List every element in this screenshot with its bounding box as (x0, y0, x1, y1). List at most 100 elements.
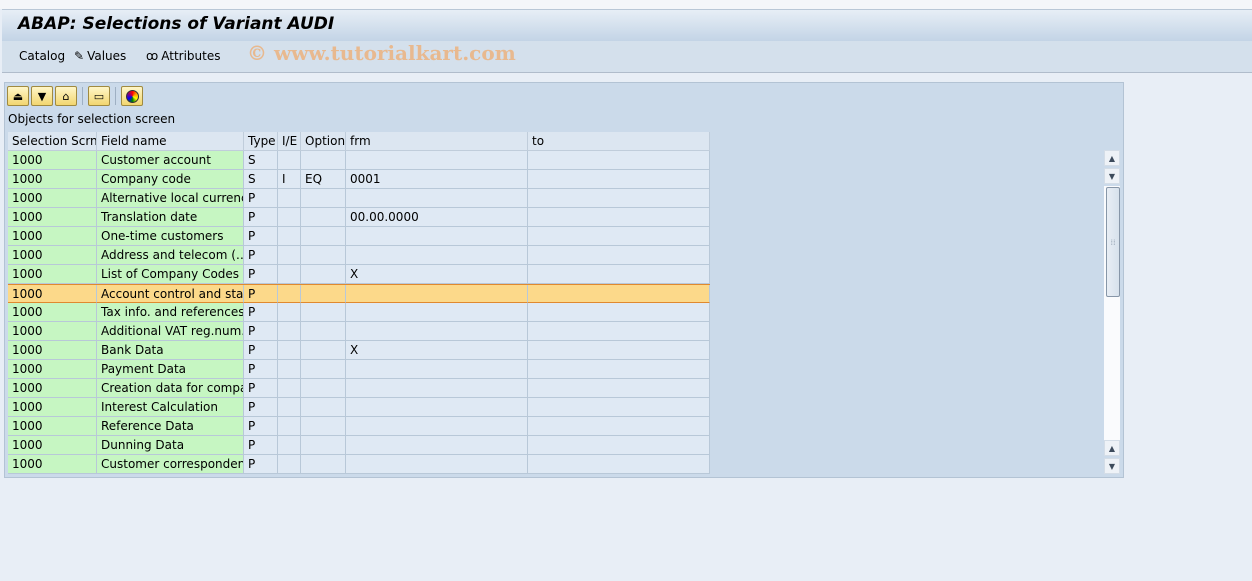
table-cell[interactable]: Company code (97, 170, 244, 189)
vertical-scrollbar[interactable]: ▲ ▼ ⁞⁞ ▲ ▼ (1104, 150, 1122, 476)
table-cell[interactable] (278, 208, 301, 227)
table-cell[interactable] (346, 360, 528, 379)
table-cell[interactable]: Address and telecom (… (97, 246, 244, 265)
table-cell[interactable] (528, 436, 710, 455)
table-cell[interactable] (278, 303, 301, 322)
table-cell[interactable]: P (244, 227, 278, 246)
table-cell[interactable]: 1000 (8, 303, 97, 322)
table-cell[interactable] (528, 322, 710, 341)
table-row[interactable]: 1000 Customer corresponden… P (8, 455, 710, 474)
table-cell[interactable]: P (244, 398, 278, 417)
column-header[interactable]: frm (346, 132, 528, 151)
table-row[interactable]: 1000 Alternative local currency P (8, 189, 710, 208)
table-cell[interactable] (301, 322, 346, 341)
page-icon[interactable]: ▭ (88, 86, 110, 106)
table-cell[interactable]: Translation date (97, 208, 244, 227)
table-cell[interactable]: 1000 (8, 436, 97, 455)
table-cell[interactable] (278, 341, 301, 360)
table-cell[interactable] (346, 398, 528, 417)
column-header[interactable]: Field name (97, 132, 244, 151)
values-button[interactable]: ✎ Values (74, 49, 126, 63)
table-cell[interactable] (528, 379, 710, 398)
table-cell[interactable]: 1000 (8, 208, 97, 227)
table-cell[interactable]: X (346, 265, 528, 284)
table-cell[interactable]: 1000 (8, 265, 97, 284)
table-cell[interactable] (301, 285, 346, 303)
table-row[interactable]: 1000 Additional VAT reg.num… P (8, 322, 710, 341)
column-header[interactable]: Type (244, 132, 278, 151)
table-cell[interactable] (528, 151, 710, 170)
table-cell[interactable] (528, 303, 710, 322)
table-cell[interactable] (301, 341, 346, 360)
table-cell[interactable] (278, 398, 301, 417)
table-cell[interactable] (528, 341, 710, 360)
table-cell[interactable] (528, 208, 710, 227)
table-cell[interactable] (528, 398, 710, 417)
table-row[interactable]: 1000 One-time customers P (8, 227, 710, 246)
table-row[interactable]: 1000 Account control and sta… P (8, 284, 710, 303)
table-cell[interactable] (278, 285, 301, 303)
table-cell[interactable]: P (244, 436, 278, 455)
table-cell[interactable] (346, 303, 528, 322)
table-cell[interactable]: Alternative local currency (97, 189, 244, 208)
color-legend-icon[interactable] (121, 86, 143, 106)
table-cell[interactable]: P (244, 265, 278, 284)
table-cell[interactable] (278, 417, 301, 436)
table-cell[interactable] (278, 379, 301, 398)
table-cell[interactable] (301, 455, 346, 474)
table-cell[interactable]: Dunning Data (97, 436, 244, 455)
table-cell[interactable] (528, 170, 710, 189)
table-cell[interactable]: 1000 (8, 417, 97, 436)
table-row[interactable]: 1000 Bank Data P X (8, 341, 710, 360)
table-cell[interactable] (346, 417, 528, 436)
scroll-thumb[interactable]: ⁞⁞ (1106, 187, 1120, 297)
find-icon[interactable]: ⌂ (55, 86, 77, 106)
table-row[interactable]: 1000 Company code S I EQ 0001 (8, 170, 710, 189)
table-cell[interactable] (301, 417, 346, 436)
table-cell[interactable] (301, 189, 346, 208)
table-cell[interactable]: P (244, 303, 278, 322)
table-cell[interactable]: Customer account (97, 151, 244, 170)
scroll-up-icon[interactable]: ▲ (1104, 150, 1120, 166)
table-row[interactable]: 1000 Dunning Data P (8, 436, 710, 455)
table-cell[interactable] (528, 246, 710, 265)
table-row[interactable]: 1000 Translation date P 00.00.0000 (8, 208, 710, 227)
table-cell[interactable] (528, 227, 710, 246)
table-cell[interactable]: 1000 (8, 322, 97, 341)
table-cell[interactable] (346, 322, 528, 341)
table-cell[interactable]: X (346, 341, 528, 360)
table-cell[interactable]: Creation data for compa… (97, 379, 244, 398)
column-header[interactable]: I/E (278, 132, 301, 151)
table-row[interactable]: 1000 Interest Calculation P (8, 398, 710, 417)
table-cell[interactable]: Additional VAT reg.num… (97, 322, 244, 341)
catalog-button[interactable]: Catalog (19, 49, 65, 63)
table-row[interactable]: 1000 Address and telecom (… P (8, 246, 710, 265)
table-cell[interactable]: P (244, 322, 278, 341)
table-cell[interactable] (528, 417, 710, 436)
table-cell[interactable]: 1000 (8, 285, 97, 303)
table-cell[interactable]: S (244, 170, 278, 189)
print-icon[interactable]: ⏏ (7, 86, 29, 106)
table-cell[interactable] (301, 360, 346, 379)
table-cell[interactable]: P (244, 417, 278, 436)
table-cell[interactable]: Tax info. and references (97, 303, 244, 322)
table-cell[interactable] (301, 303, 346, 322)
table-cell[interactable]: 1000 (8, 398, 97, 417)
table-cell[interactable]: S (244, 151, 278, 170)
table-cell[interactable] (528, 285, 710, 303)
table-cell[interactable]: 0001 (346, 170, 528, 189)
table-cell[interactable]: 1000 (8, 246, 97, 265)
attributes-button[interactable]: ꝏ Attributes (146, 49, 220, 63)
table-cell[interactable]: P (244, 285, 278, 303)
table-cell[interactable] (301, 436, 346, 455)
table-row[interactable]: 1000 Tax info. and references P (8, 303, 710, 322)
table-row[interactable]: 1000 List of Company Codes P X (8, 265, 710, 284)
table-cell[interactable] (346, 227, 528, 246)
table-cell[interactable]: Reference Data (97, 417, 244, 436)
table-cell[interactable]: 1000 (8, 379, 97, 398)
table-cell[interactable] (301, 398, 346, 417)
table-cell[interactable]: 1000 (8, 455, 97, 474)
column-header[interactable]: to (528, 132, 710, 151)
table-cell[interactable] (346, 246, 528, 265)
table-row[interactable]: 1000 Reference Data P (8, 417, 710, 436)
